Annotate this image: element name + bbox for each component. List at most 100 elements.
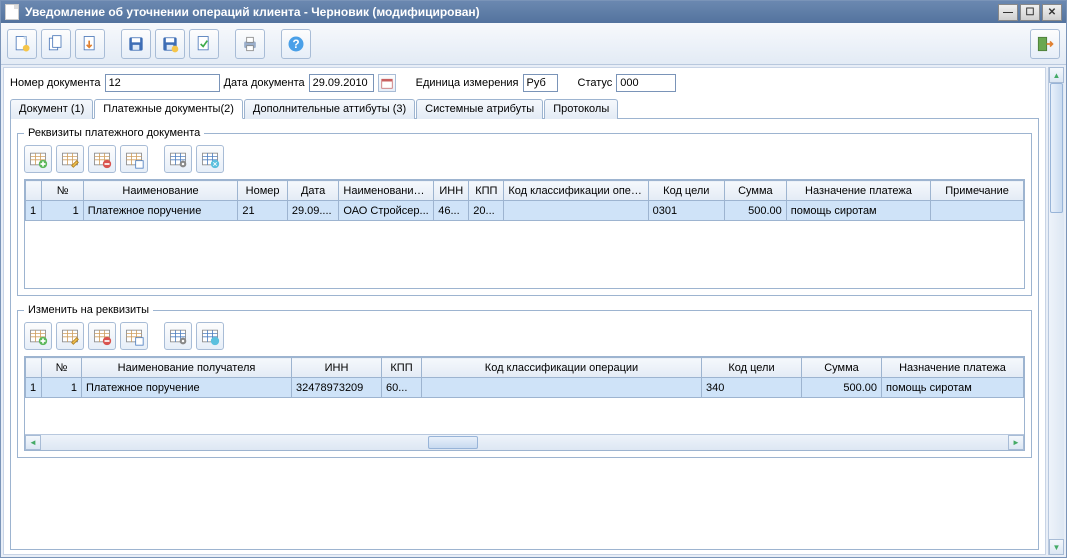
tab-document[interactable]: Документ (1) bbox=[10, 99, 93, 119]
cell-kpp[interactable]: 60... bbox=[382, 378, 422, 398]
doc-number-input[interactable] bbox=[105, 74, 220, 92]
grid2-edit-button[interactable] bbox=[56, 322, 84, 350]
export-doc-button[interactable] bbox=[75, 29, 105, 59]
grid1-add-button[interactable] bbox=[24, 145, 52, 173]
grid1-col-name[interactable]: Наименование bbox=[83, 181, 238, 201]
tabstrip: Документ (1) Платежные документы(2) Допо… bbox=[10, 98, 1039, 119]
tab-system-attrs[interactable]: Системные атрибуты bbox=[416, 99, 543, 119]
window-title: Уведомление об уточнении операций клиент… bbox=[25, 5, 480, 19]
cell-goal[interactable]: 0301 bbox=[648, 201, 724, 221]
grid2-delete-button[interactable] bbox=[88, 322, 116, 350]
help-button[interactable]: ? bbox=[281, 29, 311, 59]
change-requisites-table[interactable]: № Наименование получателя ИНН КПП Код кл… bbox=[25, 357, 1024, 398]
cell-sum[interactable]: 500.00 bbox=[724, 201, 786, 221]
change-requisites-legend: Изменить на реквизиты bbox=[24, 304, 153, 316]
tab-additional-attrs[interactable]: Дополнительные аттибуты (3) bbox=[244, 99, 415, 119]
main-toolbar: ? bbox=[1, 23, 1066, 65]
cell-sum[interactable]: 500.00 bbox=[802, 378, 882, 398]
grid1-col-kpp[interactable]: КПП bbox=[469, 181, 504, 201]
grid1-col-n[interactable]: № bbox=[42, 181, 83, 201]
content-area: Номер документа Дата документа Единица и… bbox=[3, 67, 1046, 555]
grid1-col-inn[interactable]: ИНН bbox=[434, 181, 469, 201]
payment-requisites-group: Реквизиты платежного документа bbox=[17, 127, 1032, 296]
calendar-icon[interactable] bbox=[378, 74, 396, 92]
titlebar[interactable]: Уведомление об уточнении операций клиент… bbox=[1, 1, 1066, 23]
new-doc-button[interactable] bbox=[7, 29, 37, 59]
grid1-col-note[interactable]: Примечание bbox=[931, 181, 1024, 201]
doc-number-label: Номер документа bbox=[10, 77, 101, 89]
scroll-up-icon[interactable]: ▲ bbox=[1049, 67, 1064, 83]
grid1-col-purpose[interactable]: Назначение платежа bbox=[786, 181, 930, 201]
grid2-col-sum[interactable]: Сумма bbox=[802, 358, 882, 378]
grid1-col-classif[interactable]: Код классификации операции bbox=[504, 181, 648, 201]
cell-recipient[interactable]: ОАО Стройсер... bbox=[339, 201, 434, 221]
grid1-col-recipient[interactable]: Наименование получателя bbox=[339, 181, 434, 201]
grid2-col-kpp[interactable]: КПП bbox=[382, 358, 422, 378]
grid2-copy-button[interactable] bbox=[120, 322, 148, 350]
cell-n[interactable]: 1 bbox=[42, 201, 83, 221]
scroll-left-icon[interactable]: ◄ bbox=[25, 435, 41, 450]
tab-body: Реквизиты платежного документа bbox=[10, 119, 1039, 550]
grid1-copy-button[interactable] bbox=[120, 145, 148, 173]
grid1-col-sum[interactable]: Сумма bbox=[724, 181, 786, 201]
grid1-col-number[interactable]: Номер bbox=[238, 181, 287, 201]
grid1-col-date[interactable]: Дата bbox=[287, 181, 339, 201]
content-vscroll[interactable]: ▲ ▼ bbox=[1048, 67, 1064, 555]
table-row[interactable]: 1 1 Платежное поручение 21 29.09.... ОАО… bbox=[26, 201, 1024, 221]
payment-requisites-table[interactable]: № Наименование Номер Дата Наименование п… bbox=[25, 180, 1024, 221]
cell-purpose[interactable]: помощь сиротам bbox=[786, 201, 930, 221]
grid1-settings-button[interactable] bbox=[164, 145, 192, 173]
document-icon bbox=[5, 4, 19, 20]
cell-date[interactable]: 29.09.... bbox=[287, 201, 339, 221]
save-as-button[interactable] bbox=[155, 29, 185, 59]
grid2-settings-button[interactable] bbox=[164, 322, 192, 350]
copy-doc-button[interactable] bbox=[41, 29, 71, 59]
cell-classif[interactable] bbox=[504, 201, 648, 221]
cell-kpp[interactable]: 20... bbox=[469, 201, 504, 221]
exit-button[interactable] bbox=[1030, 29, 1060, 59]
grid2-toolbar bbox=[24, 322, 1025, 350]
grid1-filter-button[interactable] bbox=[196, 145, 224, 173]
status-input[interactable] bbox=[616, 74, 676, 92]
grid2-col-purpose[interactable]: Назначение платежа bbox=[882, 358, 1024, 378]
vscroll-thumb[interactable] bbox=[1050, 83, 1063, 213]
grid2-col-recipient[interactable]: Наименование получателя bbox=[82, 358, 292, 378]
table-row[interactable]: 1 1 Платежное поручение 32478973209 60..… bbox=[26, 378, 1024, 398]
cell-name[interactable]: Платежное поручение bbox=[83, 201, 238, 221]
grid2-col-classif[interactable]: Код классификации операции bbox=[422, 358, 702, 378]
scroll-right-icon[interactable]: ► bbox=[1008, 435, 1024, 450]
grid2-col-inn[interactable]: ИНН bbox=[292, 358, 382, 378]
print-button[interactable] bbox=[235, 29, 265, 59]
cell-note[interactable] bbox=[931, 201, 1024, 221]
close-button[interactable]: ✕ bbox=[1042, 4, 1062, 21]
grid2-col-n[interactable]: № bbox=[42, 358, 82, 378]
minimize-button[interactable]: — bbox=[998, 4, 1018, 21]
grid1-col-goal[interactable]: Код цели bbox=[648, 181, 724, 201]
cell-goal[interactable]: 340 bbox=[702, 378, 802, 398]
cell-purpose[interactable]: помощь сиротам bbox=[882, 378, 1024, 398]
doc-date-input[interactable] bbox=[309, 74, 374, 92]
save-button[interactable] bbox=[121, 29, 151, 59]
grid1-shell: № Наименование Номер Дата Наименование п… bbox=[24, 179, 1025, 289]
cell-inn[interactable]: 46... bbox=[434, 201, 469, 221]
grid2-add-button[interactable] bbox=[24, 322, 52, 350]
hscroll-thumb[interactable] bbox=[428, 436, 478, 449]
tab-payment-docs[interactable]: Платежные документы(2) bbox=[94, 99, 243, 119]
cell-number[interactable]: 21 bbox=[238, 201, 287, 221]
scroll-down-icon[interactable]: ▼ bbox=[1049, 539, 1064, 555]
unit-input[interactable] bbox=[523, 74, 558, 92]
cell-recipient[interactable]: Платежное поручение bbox=[82, 378, 292, 398]
grid1-delete-button[interactable] bbox=[88, 145, 116, 173]
row-header: 1 bbox=[26, 201, 42, 221]
grid1-edit-button[interactable] bbox=[56, 145, 84, 173]
maximize-button[interactable]: ☐ bbox=[1020, 4, 1040, 21]
save-confirm-button[interactable] bbox=[189, 29, 219, 59]
cell-classif[interactable] bbox=[422, 378, 702, 398]
cell-inn[interactable]: 32478973209 bbox=[292, 378, 382, 398]
grid2-hscroll[interactable]: ◄ ► bbox=[25, 434, 1024, 450]
grid2-filter-button[interactable] bbox=[196, 322, 224, 350]
cell-n[interactable]: 1 bbox=[42, 378, 82, 398]
grid2-col-goal[interactable]: Код цели bbox=[702, 358, 802, 378]
tab-protocols[interactable]: Протоколы bbox=[544, 99, 618, 119]
grid1-toolbar bbox=[24, 145, 1025, 173]
